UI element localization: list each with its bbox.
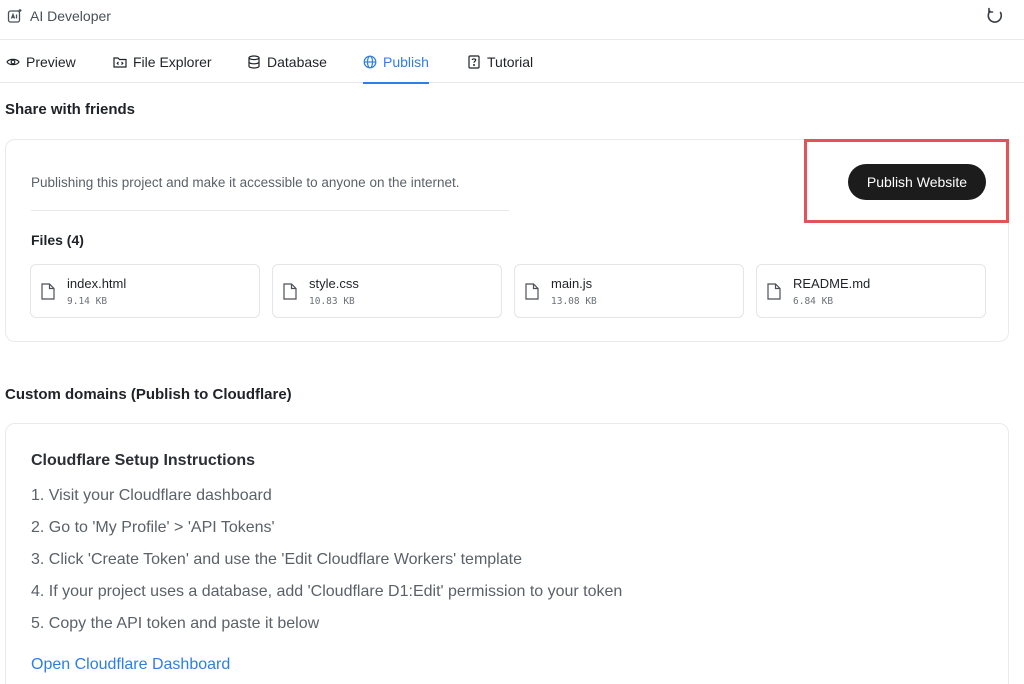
setup-step: 1. Visit your Cloudflare dashboard (31, 487, 272, 504)
app-title: AI Developer (30, 8, 111, 24)
tab-label: Preview (26, 53, 76, 70)
publish-website-button[interactable]: Publish Website (848, 164, 986, 200)
tab-label: Publish (383, 53, 429, 70)
divider (31, 210, 509, 211)
share-card: Publishing this project and make it acce… (5, 139, 1009, 342)
custom-domains-title: Custom domains (Publish to Cloudflare) (5, 386, 292, 403)
globe-icon (363, 55, 377, 68)
setup-step: 4. If your project uses a database, add … (31, 583, 623, 600)
setup-step: 5. Copy the API token and paste it below (31, 615, 320, 632)
setup-step: 3. Click 'Create Token' and use the 'Edi… (31, 551, 522, 568)
tab-database[interactable]: Database (247, 40, 327, 83)
file-card[interactable]: style.css 10.83 KB (272, 264, 502, 318)
open-cloudflare-dashboard-link[interactable]: Open Cloudflare Dashboard (31, 656, 230, 674)
tab-preview[interactable]: Preview (6, 40, 76, 83)
setup-steps-list: 1. Visit your Cloudflare dashboard 2. Go… (31, 486, 622, 646)
tab-tutorial[interactable]: Tutorial (467, 40, 533, 83)
tab-file-explorer[interactable]: File Explorer (113, 40, 212, 83)
tab-label: File Explorer (133, 53, 212, 70)
eye-icon (6, 58, 20, 65)
file-size: 10.83 KB (309, 296, 355, 307)
file-size: 6.84 KB (793, 296, 834, 307)
top-bar: AI Developer (0, 0, 1024, 40)
file-card[interactable]: main.js 13.08 KB (514, 264, 744, 318)
file-name: main.js (551, 276, 593, 291)
cloudflare-card: Cloudflare Setup Instructions 1. Visit y… (5, 423, 1009, 684)
file-name: index.html (67, 276, 127, 291)
file-name: README.md (793, 276, 871, 291)
ai-app-icon (7, 9, 22, 23)
file-card[interactable]: README.md 6.84 KB (756, 264, 986, 318)
file-name: style.css (309, 276, 359, 291)
share-description: Publishing this project and make it acce… (31, 175, 460, 190)
cloudflare-setup-title: Cloudflare Setup Instructions (31, 452, 256, 469)
tab-label: Database (267, 53, 327, 70)
file-icon (41, 283, 55, 300)
file-icon (767, 283, 781, 300)
file-size: 13.08 KB (551, 296, 597, 307)
tab-bar: Preview File Explorer Database Publish T… (0, 40, 1024, 84)
tab-label: Tutorial (487, 53, 534, 70)
file-size: 9.14 KB (67, 296, 108, 307)
tab-publish[interactable]: Publish (363, 40, 429, 84)
refresh-icon[interactable] (985, 6, 1005, 26)
share-section-title: Share with friends (5, 101, 136, 118)
file-icon (283, 283, 297, 300)
setup-step: 2. Go to 'My Profile' > 'API Tokens' (31, 519, 275, 536)
folder-code-icon (113, 56, 127, 68)
file-card[interactable]: index.html 9.14 KB (30, 264, 260, 318)
database-icon (248, 54, 260, 69)
help-square-icon (468, 54, 480, 69)
files-title: Files (4) (31, 232, 84, 248)
file-icon (525, 283, 539, 300)
